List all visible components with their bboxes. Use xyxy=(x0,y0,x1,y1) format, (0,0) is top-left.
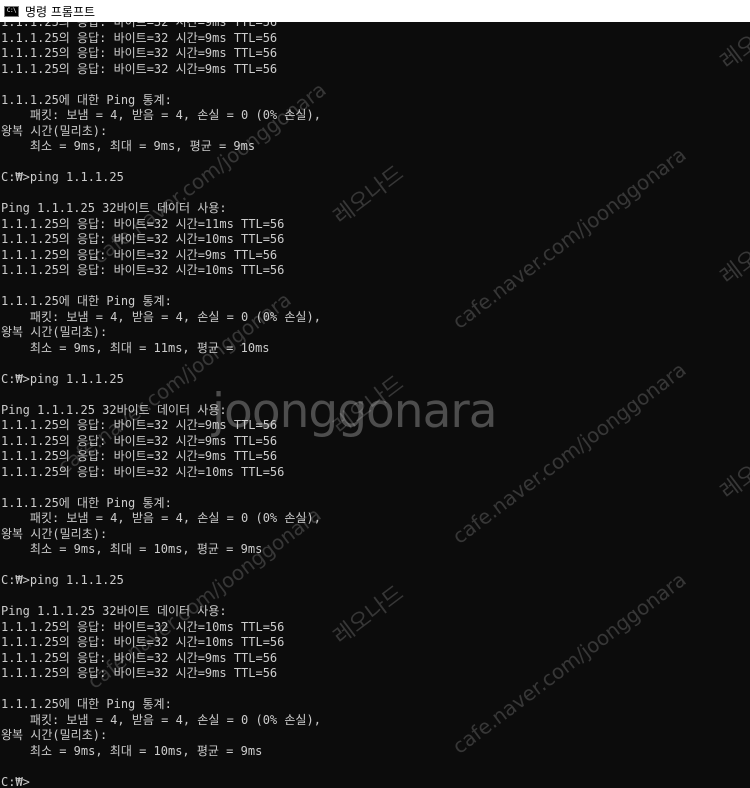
console-line: 패킷: 보냄 = 4, 받음 = 4, 손실 = 0 (0% 손실), xyxy=(1,108,321,122)
console-line: C:₩>ping 1.1.1.25 xyxy=(1,170,124,184)
watermark-text: 레오나드 xyxy=(715,221,750,290)
console-line: 1.1.1.25의 응답: 바이트=32 시간=9ms TTL=56 xyxy=(1,46,278,60)
console-line: 1.1.1.25의 응답: 바이트=32 시간=9ms TTL=56 xyxy=(1,418,278,432)
window-title: 명령 프롬프트 xyxy=(25,4,96,19)
console-line: 1.1.1.25의 응답: 바이트=32 시간=10ms TTL=56 xyxy=(1,619,285,634)
console-line: 1.1.1.25에 대한 Ping 통계: xyxy=(1,495,172,510)
watermark-text: 레오나드 xyxy=(328,161,409,230)
watermark-text: 레오나드 xyxy=(715,436,750,505)
console-line: 왕복 시간(밀리초): xyxy=(1,325,108,339)
console-line: 1.1.1.25의 응답: 바이트=32 시간=9ms TTL=56 xyxy=(1,449,278,463)
console-line: 1.1.1.25의 응답: 바이트=32 시간=10ms TTL=56 xyxy=(1,464,285,479)
watermark-text: 레오나드 xyxy=(328,581,409,650)
console-line: C:₩>ping 1.1.1.25 xyxy=(1,371,124,386)
console-line: 왕복 시간(밀리초): xyxy=(1,526,108,541)
console-line: 1.1.1.25의 응답: 바이트=32 시간=9ms TTL=56 xyxy=(1,22,278,29)
watermark-text: 레오나드 xyxy=(715,22,750,75)
console-output-area[interactable]: 1.1.1.25의 응답: 바이트=32 시간=9ms TTL=56 1.1.1.… xyxy=(0,22,750,788)
command-prompt-icon: C:\ xyxy=(4,5,19,17)
console-line: Ping 1.1.1.25 32바이트 데이터 사용: xyxy=(1,201,227,215)
watermark-url: cafe.naver.com/joonggonara xyxy=(447,567,691,759)
console-line: 1.1.1.25의 응답: 바이트=32 시간=10ms TTL=56 xyxy=(1,635,285,649)
console-line: 1.1.1.25에 대한 Ping 통계: xyxy=(1,697,172,711)
title-bar[interactable]: C:\ 명령 프롬프트 xyxy=(0,0,750,22)
console-line: 왕복 시간(밀리초): xyxy=(1,123,108,138)
console-line: 1.1.1.25에 대한 Ping 통계: xyxy=(1,294,172,308)
console-output: 1.1.1.25의 응답: 바이트=32 시간=9ms TTL=56 1.1.1.… xyxy=(1,22,321,788)
console-line: 패킷: 보냄 = 4, 받음 = 4, 손실 = 0 (0% 손실), xyxy=(1,309,321,324)
console-line: 1.1.1.25의 응답: 바이트=32 시간=11ms TTL=56 xyxy=(1,216,285,231)
console-line: 1.1.1.25의 응답: 바이트=32 시간=9ms TTL=56 xyxy=(1,30,278,45)
console-line: Ping 1.1.1.25 32바이트 데이터 사용: xyxy=(1,402,227,417)
console-line: Ping 1.1.1.25 32바이트 데이터 사용: xyxy=(1,604,227,618)
console-line: 최소 = 9ms, 최대 = 10ms, 평균 = 9ms xyxy=(1,743,263,758)
console-line: 최소 = 9ms, 최대 = 9ms, 평균 = 9ms xyxy=(1,139,256,153)
console-line: C:₩>ping 1.1.1.25 xyxy=(1,573,124,587)
console-line: 1.1.1.25의 응답: 바이트=32 시간=9ms TTL=56 xyxy=(1,61,278,76)
console-line: C:₩> xyxy=(1,774,30,788)
console-line: 1.1.1.25의 응답: 바이트=32 시간=9ms TTL=56 xyxy=(1,650,278,665)
console-line: 패킷: 보냄 = 4, 받음 = 4, 손실 = 0 (0% 손실), xyxy=(1,712,321,727)
console-line: 왕복 시간(밀리초): xyxy=(1,728,108,742)
console-line: 1.1.1.25의 응답: 바이트=32 시간=9ms TTL=56 xyxy=(1,433,278,448)
console-line: 최소 = 9ms, 최대 = 10ms, 평균 = 9ms xyxy=(1,542,263,556)
console-line: 1.1.1.25의 응답: 바이트=32 시간=9ms TTL=56 xyxy=(1,247,278,262)
console-line: 최소 = 9ms, 최대 = 11ms, 평균 = 10ms xyxy=(1,340,270,355)
console-line: 패킷: 보냄 = 4, 받음 = 4, 손실 = 0 (0% 손실), xyxy=(1,511,321,525)
console-line: 1.1.1.25에 대한 Ping 통계: xyxy=(1,92,172,107)
watermark-url: cafe.naver.com/joonggonara xyxy=(447,142,691,334)
watermark-text: 레오나드 xyxy=(328,371,409,440)
console-line: 1.1.1.25의 응답: 바이트=32 시간=10ms TTL=56 xyxy=(1,263,285,277)
command-prompt-icon-label: C:\ xyxy=(6,7,17,14)
console-line: 1.1.1.25의 응답: 바이트=32 시간=10ms TTL=56 xyxy=(1,232,285,246)
console-line: 1.1.1.25의 응답: 바이트=32 시간=9ms TTL=56 xyxy=(1,666,278,680)
watermark-url: cafe.naver.com/joonggonara xyxy=(447,357,691,549)
